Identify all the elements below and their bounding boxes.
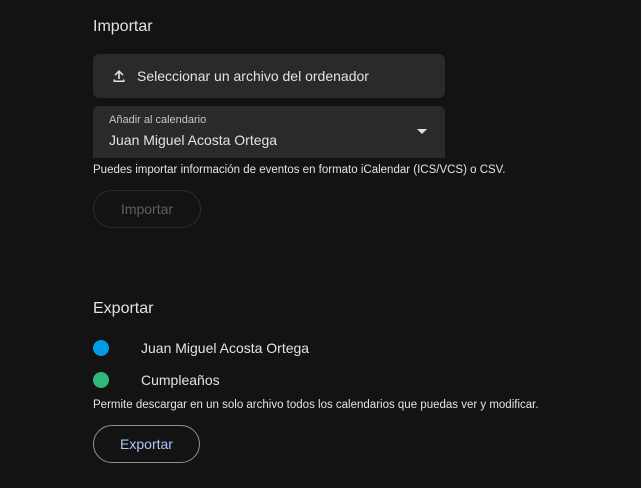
upload-icon [111,68,127,84]
export-help-text: Permite descargar en un solo archivo tod… [93,399,539,411]
calendar-color-dot [93,372,109,388]
export-section-title: Exportar [93,300,154,317]
import-help-text: Puedes importar información de eventos e… [93,164,506,176]
calendar-item: Juan Miguel Acosta Ortega [93,338,309,358]
calendar-select[interactable]: Añadir al calendario Juan Miguel Acosta … [93,106,445,158]
dropdown-arrow-icon [417,129,427,134]
import-export-settings: Importar Seleccionar un archivo del orde… [0,0,641,488]
import-button[interactable]: Importar [93,190,201,228]
calendar-select-value: Juan Miguel Acosta Ortega [109,132,278,148]
calendar-color-dot [93,340,109,356]
select-file-label: Seleccionar un archivo del ordenador [137,68,369,84]
calendar-name: Juan Miguel Acosta Ortega [141,340,310,356]
import-section-title: Importar [93,18,153,35]
select-file-button[interactable]: Seleccionar un archivo del ordenador [93,54,445,98]
calendar-item: Cumpleaños [93,370,220,390]
export-button[interactable]: Exportar [93,425,200,463]
calendar-select-label: Añadir al calendario [109,114,207,126]
calendar-name: Cumpleaños [141,372,220,388]
